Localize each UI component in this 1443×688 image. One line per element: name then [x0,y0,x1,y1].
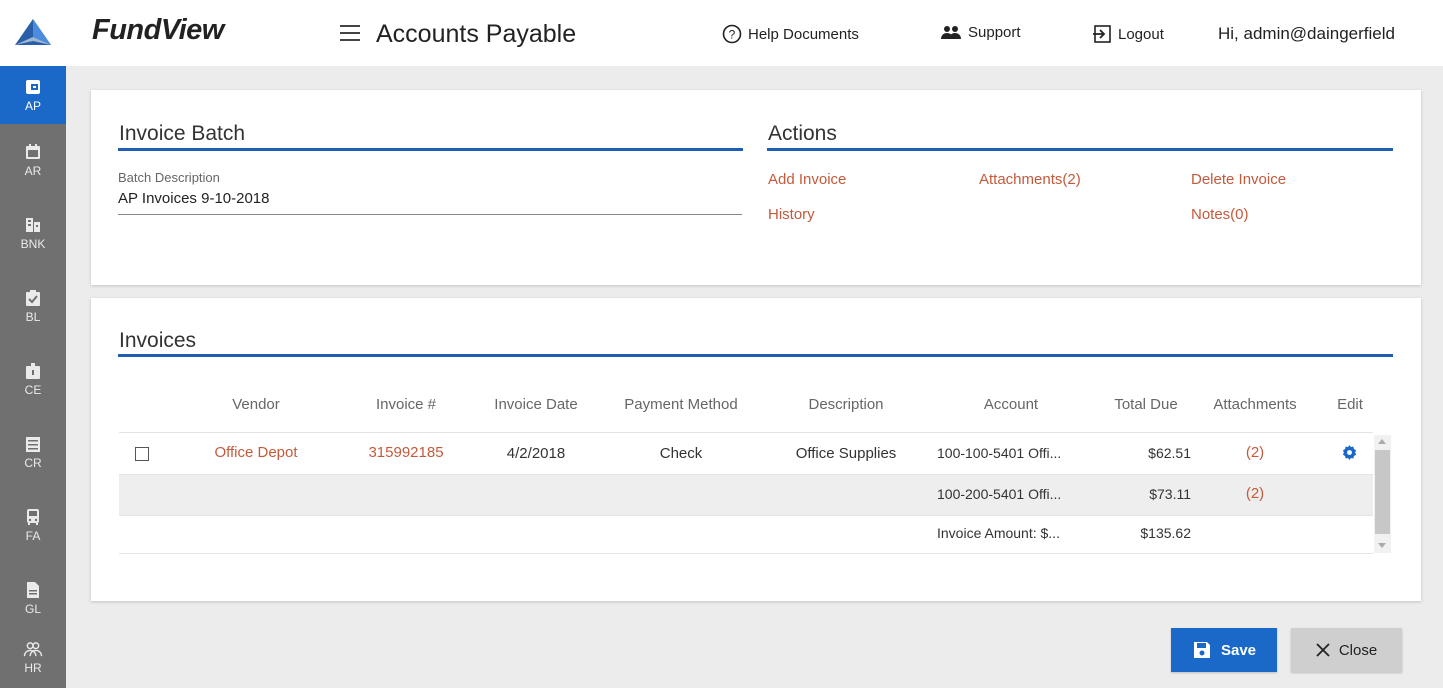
history-link[interactable]: History [768,206,815,223]
actions-title: Actions [768,122,837,145]
total-due-cell: $62.51 [1148,445,1191,461]
column-header-description[interactable]: Description [776,396,916,413]
people-icon [23,642,43,657]
invoices-title: Invoices [119,329,197,352]
invoice-date-cell: 4/2/2018 [506,445,566,462]
sidebar-item-label: FA [25,529,41,543]
sidebar-item-label: BNK [20,237,46,251]
description-cell: Office Supplies [795,445,897,462]
save-button[interactable]: Save [1171,628,1277,672]
logout-icon [1093,25,1111,43]
column-header-payment-method[interactable]: Payment Method [606,396,756,413]
logout-link[interactable]: Logout [1092,24,1164,44]
column-header-account[interactable]: Account [951,396,1071,413]
row-select-checkbox[interactable] [135,447,149,461]
section-divider [118,354,1393,357]
column-header-total-due[interactable]: Total Due [1101,396,1191,413]
sidebar-item-fa[interactable]: FA [0,489,66,562]
column-header-vendor[interactable]: Vendor [196,396,316,413]
invoice-number-link[interactable]: 315992185 [346,444,466,461]
app-brand: FundView [92,14,224,46]
logout-label: Logout [1118,25,1164,43]
sidebar-item-bl[interactable]: BL [0,270,66,343]
attachments-count-link[interactable]: (2) [1203,485,1307,502]
sidebar-item-label: AR [24,164,42,178]
column-header-attachments[interactable]: Attachments [1203,396,1307,413]
gear-icon[interactable] [1342,445,1357,465]
sidebar-item-label: GL [24,602,41,616]
help-circle-icon: ? [722,24,742,44]
section-divider [118,148,743,151]
sidebar-item-label: AP [24,98,41,113]
bus-icon [27,509,39,525]
account-cell: 100-200-5401 Offi... [937,486,1062,502]
calendar-icon [26,144,40,159]
batch-description-field[interactable]: AP Invoices 9-10-2018 [118,190,270,207]
add-invoice-link[interactable]: Add Invoice [768,171,846,188]
receipt-icon [26,437,40,452]
scroll-down-arrow-icon[interactable] [1378,543,1386,548]
clipboard-check-icon [26,290,40,306]
attachments-link[interactable]: Attachments(2) [979,171,1081,188]
user-greeting: Hi, admin@daingerfield [1218,24,1395,43]
vendor-link[interactable]: Office Depot [196,444,316,461]
sidebar-item-cr[interactable]: CR [0,416,66,489]
invoice-amount-total: $135.62 [1140,525,1191,541]
svg-text:?: ? [729,28,736,42]
invoices-card: Invoices Vendor Invoice # Invoice Date P… [91,298,1421,601]
notes-link[interactable]: Notes(0) [1191,206,1249,223]
scrollbar-thumb[interactable] [1375,450,1390,534]
save-label: Save [1220,641,1257,659]
help-documents-link[interactable]: ? Help Documents [722,24,859,44]
section-divider [767,148,1393,151]
file-icon [27,582,39,598]
payment-method-cell: Check [659,445,703,462]
sidebar-item-label: HR [24,661,42,675]
sidebar: AP AR BNK BL CE CR FA GL HR [0,66,66,688]
sidebar-item-label: CR [24,456,42,470]
hamburger-menu-icon[interactable] [340,25,360,41]
sidebar-item-label: CE [24,383,42,397]
delete-invoice-link[interactable]: Delete Invoice [1191,171,1286,188]
people-icon [941,25,961,39]
fundview-logo-icon[interactable] [0,0,66,66]
close-button[interactable]: Close [1291,628,1402,672]
close-label: Close [1338,641,1378,659]
row-divider [119,474,1373,475]
total-due-cell: $73.11 [1149,486,1191,502]
help-documents-label: Help Documents [748,25,859,43]
page-title: Accounts Payable [376,20,577,48]
column-header-invoice-date[interactable]: Invoice Date [476,396,596,413]
sidebar-item-hr[interactable]: HR [0,635,66,675]
sidebar-item-ar[interactable]: AR [0,124,66,197]
row-divider [119,553,1373,554]
briefcase-icon [26,363,40,379]
sidebar-item-bnk[interactable]: BNK [0,197,66,270]
top-bar: FundView Accounts Payable ? Help Documen… [0,0,1443,66]
row-divider [119,432,1373,433]
sidebar-item-label: BL [25,310,41,324]
sidebar-item-gl[interactable]: GL [0,562,66,635]
support-label: Support [968,24,1021,41]
field-underline [118,214,742,215]
row-divider [119,515,1373,516]
column-header-edit: Edit [1337,396,1363,413]
invoice-batch-card: Invoice Batch Batch Description AP Invoi… [91,90,1421,285]
wallet-icon [26,79,40,94]
column-header-invoice-number[interactable]: Invoice # [346,396,466,413]
account-cell: 100-100-5401 Offi... [937,445,1062,461]
floppy-disk-icon [1193,642,1210,658]
sidebar-item-ap[interactable]: AP [0,66,66,124]
invoice-batch-title: Invoice Batch [119,122,246,145]
bank-icon [26,218,40,232]
invoice-amount-label: Invoice Amount: $... [937,525,1060,541]
sidebar-item-ce[interactable]: CE [0,343,66,416]
batch-description-label: Batch Description [118,170,220,185]
scroll-up-arrow-icon[interactable] [1378,439,1386,444]
support-link[interactable]: Support [940,24,1021,41]
close-icon [1316,643,1330,657]
attachments-count-link[interactable]: (2) [1203,444,1307,461]
